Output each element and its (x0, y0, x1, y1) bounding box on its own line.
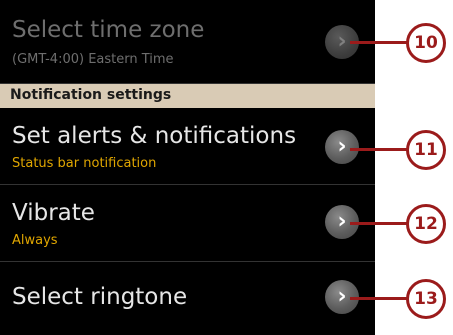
callout-badge: 13 (406, 279, 446, 319)
time-zone-subtitle: (GMT-4:00) Eastern Time (12, 52, 174, 67)
callout-badge: 11 (406, 130, 446, 170)
time-zone-title: Select time zone (12, 17, 205, 43)
chevron-right-icon: › (325, 130, 359, 164)
section-header-label: Notification settings (10, 87, 172, 103)
ringtone-title: Select ringtone (12, 284, 188, 310)
vibrate-row[interactable]: Vibrate Always › (0, 185, 375, 262)
section-header: Notification settings (0, 84, 375, 108)
alerts-row[interactable]: Set alerts & notifications Status bar no… (0, 108, 375, 185)
vibrate-title: Vibrate (12, 200, 95, 226)
settings-screen: Select time zone (GMT-4:00) Eastern Time… (0, 0, 375, 335)
callout-leader-line (350, 297, 412, 300)
time-zone-row[interactable]: Select time zone (GMT-4:00) Eastern Time… (0, 0, 375, 84)
callout-badge: 10 (406, 23, 446, 63)
callout-leader-line (350, 148, 412, 151)
alerts-subtitle: Status bar notification (12, 156, 157, 171)
alerts-title: Set alerts & notifications (12, 123, 297, 149)
ringtone-row[interactable]: Select ringtone › (0, 262, 375, 335)
callout-badge: 12 (406, 204, 446, 244)
vibrate-subtitle: Always (12, 233, 58, 248)
callout-leader-line (350, 222, 412, 225)
callout-leader-line (350, 41, 412, 44)
